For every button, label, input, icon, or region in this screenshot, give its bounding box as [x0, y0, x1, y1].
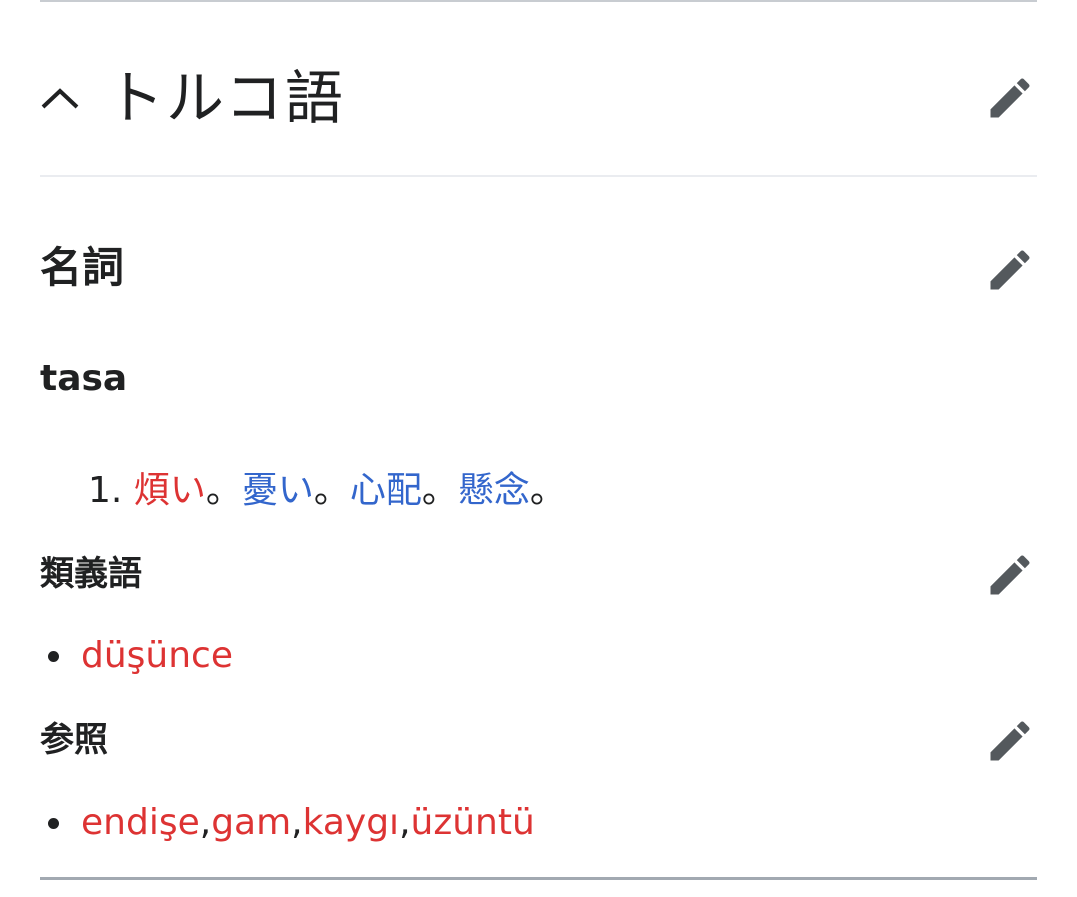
separator: , — [291, 802, 303, 843]
definition-link-kenen[interactable]: 懸念 — [458, 470, 530, 511]
see-also-link-gam[interactable]: gam — [211, 797, 291, 849]
bullet — [48, 650, 59, 662]
see-also-link-kaygi[interactable]: kaygı — [303, 797, 399, 849]
see-also-heading: 参照 — [40, 720, 108, 760]
definition-link-wazurai[interactable]: 煩い — [134, 470, 206, 511]
headword: tasa — [40, 358, 128, 399]
separator: , — [399, 802, 411, 843]
section-title: トルコ語 — [106, 64, 345, 132]
bullet — [48, 817, 59, 829]
definition-item: 1. 煩い。憂い。心配。懸念。 — [88, 465, 566, 517]
edit-see-also-pencil-icon[interactable] — [984, 715, 1036, 767]
punctuation: 。 — [529, 470, 566, 511]
pos-heading: 名詞 — [40, 243, 125, 292]
separator: , — [199, 802, 212, 843]
list-item: endişe, gam, kaygı, üzüntü — [48, 797, 535, 849]
list-item: düşünce — [48, 630, 233, 682]
section-divider — [40, 175, 1037, 177]
section-header-turkish[interactable]: トルコ語 — [40, 58, 345, 138]
synonym-link[interactable]: düşünce — [81, 630, 233, 682]
edit-synonyms-pencil-icon[interactable] — [984, 549, 1036, 601]
definition-link-shinpai[interactable]: 心配 — [350, 470, 422, 511]
see-also-link-uzuntu[interactable]: üzüntü — [411, 797, 535, 849]
punctuation: 。 — [421, 470, 458, 511]
chevron-up-icon[interactable] — [40, 78, 80, 118]
definition-link-urei[interactable]: 憂い — [242, 470, 314, 511]
bottom-divider — [40, 877, 1037, 880]
see-also-link-endise[interactable]: endişe — [81, 797, 200, 849]
punctuation: 。 — [313, 470, 350, 511]
edit-pos-pencil-icon[interactable] — [984, 244, 1036, 296]
synonyms-heading: 類義語 — [40, 554, 142, 594]
edit-section-language-pencil-icon[interactable] — [984, 72, 1036, 124]
punctuation: 。 — [205, 470, 242, 511]
definition-list: 1. 煩い。憂い。心配。懸念。 — [88, 465, 566, 517]
top-divider — [40, 0, 1037, 2]
definition-number: 1. — [88, 470, 123, 511]
